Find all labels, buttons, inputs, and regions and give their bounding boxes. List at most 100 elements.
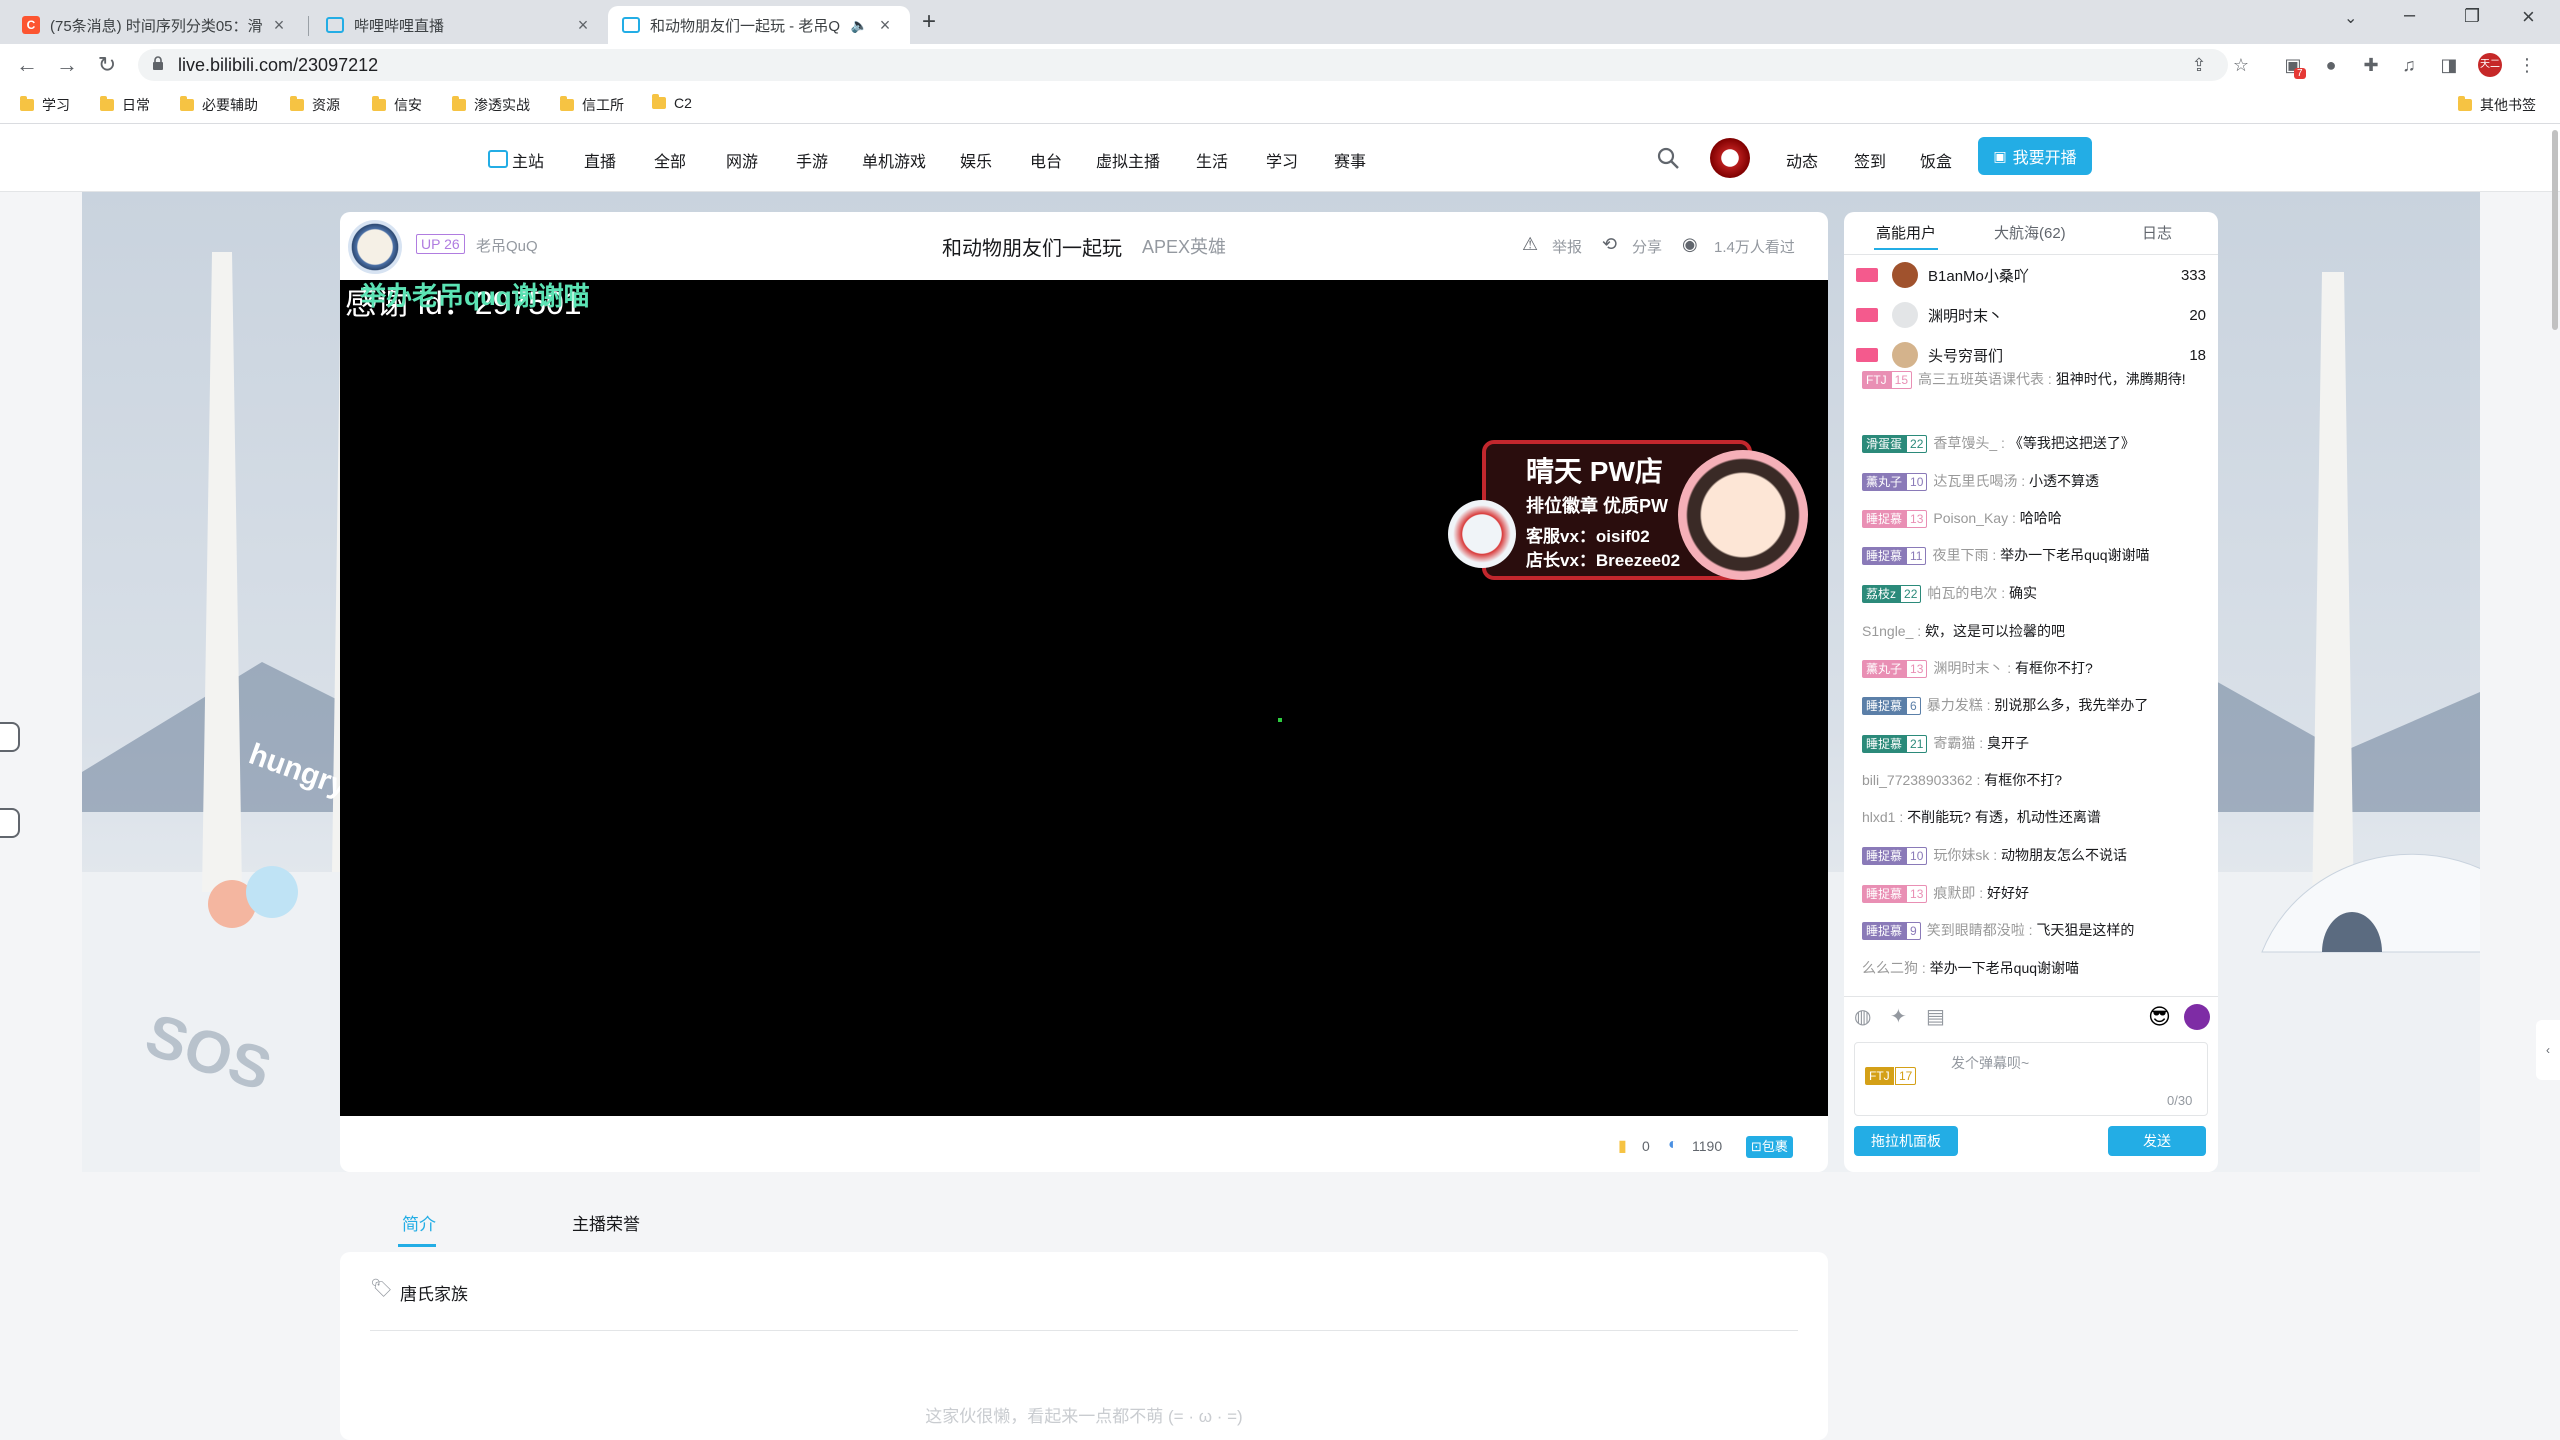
nav-lunchbox[interactable]: 饭盒	[1920, 148, 1952, 172]
nav-entertainment[interactable]: 娱乐	[960, 148, 992, 172]
side-toolbar-icon[interactable]	[0, 722, 20, 752]
silver-seed-icon: ◐	[1668, 1136, 1678, 1153]
image-icon[interactable]: ▤	[1926, 1004, 1945, 1029]
browser-tab[interactable]: C (75条消息) 时间序列分类05：滑 ×	[8, 6, 304, 44]
tab-high-energy[interactable]: 高能用户	[1876, 222, 1936, 243]
ad-subtitle: 排位徽章 优质PW	[1526, 496, 1668, 516]
restore-button[interactable]: ❐	[2464, 6, 2480, 27]
search-icon[interactable]	[1656, 146, 1680, 170]
danmaku-placeholder: 发个弹幕呗~	[1951, 1055, 2030, 1071]
browser-tab[interactable]: 哔哩哔哩直播 ×	[312, 6, 608, 44]
new-tab-button[interactable]: +	[922, 8, 936, 36]
tab-log[interactable]: 日志	[2142, 222, 2172, 243]
emoji-icon[interactable]: 😎	[2148, 1004, 2171, 1030]
url-text: live.bilibili.com/23097212	[178, 55, 379, 75]
ad-character-avatar	[1678, 450, 1808, 580]
share-icon[interactable]: ⟲	[1602, 234, 1617, 255]
rank-row[interactable]: 头号穷哥们 18	[1856, 340, 2206, 370]
bookmark-star-icon[interactable]: ☆	[2230, 54, 2252, 76]
close-tab-icon[interactable]: ×	[268, 15, 290, 36]
nav-life[interactable]: 生活	[1196, 148, 1228, 172]
tab-title: 哔哩哔哩直播	[354, 17, 445, 35]
start-live-button[interactable]: ▣ 我要开播	[1978, 137, 2092, 175]
record-extension-icon[interactable]: ●	[2320, 54, 2342, 76]
nav-mobile-games[interactable]: 手游	[796, 148, 828, 172]
pack-button[interactable]: ⊡包裹	[1746, 1136, 1793, 1158]
share-link[interactable]: 分享	[1632, 236, 1662, 257]
chat-message: 睡捉慕 13 痕默即 : 好好好	[1862, 882, 2202, 904]
chat-message: bili_77238903362 : 有框你不打?	[1862, 772, 2063, 788]
rank-row[interactable]: B1anMo小桑吖 333	[1856, 260, 2206, 290]
shop-ad-overlay: 晴天 PW店 排位徽章 优质PW 客服vx：oisif02 店长vx：Breez…	[1448, 440, 1812, 580]
close-tab-icon[interactable]: ×	[874, 15, 896, 36]
profile-avatar[interactable]: 天二	[2478, 53, 2502, 77]
gift-icon[interactable]: ✦	[1890, 1004, 1907, 1029]
video-player[interactable]	[340, 280, 1828, 1116]
close-window-button[interactable]: ×	[2522, 4, 2535, 30]
danmaku-input[interactable]: FTJ 17 发个弹幕呗~ 0/30	[1854, 1042, 2208, 1116]
palette-icon[interactable]: ◍	[1854, 1004, 1871, 1029]
address-bar[interactable]: live.bilibili.com/23097212	[138, 49, 2228, 81]
page-scrollbar[interactable]	[2552, 130, 2558, 330]
share-page-icon[interactable]: ⇪	[2188, 54, 2210, 76]
nav-single-games[interactable]: 单机游戏	[862, 148, 926, 172]
rank-row[interactable]: 渊明时末丶 20	[1856, 300, 2206, 330]
room-category[interactable]: APEX英雄	[1142, 233, 1226, 259]
forward-icon[interactable]: →	[52, 50, 82, 80]
nav-events[interactable]: 赛事	[1334, 148, 1366, 172]
lock-icon	[153, 56, 163, 70]
minimize-button[interactable]: –	[2404, 4, 2415, 27]
rank-badge-icon	[1856, 308, 1878, 322]
side-settings-icon[interactable]	[0, 808, 20, 838]
nav-vtuber[interactable]: 虚拟主播	[1096, 148, 1160, 172]
bookmark-folder[interactable]: 日常	[100, 95, 150, 115]
bookmark-folder[interactable]: 必要辅助	[180, 95, 258, 115]
back-icon[interactable]: ←	[12, 50, 42, 80]
bilibili-tv-icon	[488, 150, 508, 168]
bookmark-folder[interactable]: 资源	[290, 95, 340, 115]
bag-icon: ⊡	[1751, 1139, 1762, 1154]
folder-icon	[2458, 96, 2472, 111]
report-link[interactable]: 举报	[1552, 236, 1582, 257]
tab-honors[interactable]: 主播荣誉	[572, 1210, 640, 1235]
send-button[interactable]: 发送	[2108, 1126, 2206, 1156]
reload-icon[interactable]: ↻	[92, 50, 122, 80]
close-tab-icon[interactable]: ×	[572, 15, 594, 36]
bookmark-folder[interactable]: 学习	[20, 95, 70, 115]
other-bookmarks[interactable]: 其他书签	[2458, 95, 2536, 115]
right-collapse-handle[interactable]: ‹	[2536, 1020, 2560, 1080]
nav-checkin[interactable]: 签到	[1854, 148, 1886, 172]
more-menu-icon[interactable]: ⋮	[2516, 54, 2538, 76]
nav-study[interactable]: 学习	[1266, 148, 1298, 172]
room-tag[interactable]: 唐氏家族	[400, 1280, 468, 1305]
nav-live[interactable]: 直播	[584, 148, 616, 172]
puzzle-extensions-icon[interactable]: ✚	[2360, 54, 2382, 76]
folder-icon	[100, 96, 114, 111]
tab-search-icon[interactable]: ⌄	[2344, 8, 2357, 28]
tractor-panel-button[interactable]: 拖拉机面板	[1854, 1126, 1958, 1156]
nav-dynamic[interactable]: 动态	[1786, 148, 1818, 172]
report-icon[interactable]: ⚠	[1522, 234, 1538, 255]
side-panel-icon[interactable]: ◨	[2438, 54, 2460, 76]
bookmark-folder[interactable]: C2	[652, 94, 692, 111]
media-control-icon[interactable]: ♫	[2398, 54, 2420, 76]
audio-playing-icon[interactable]: 🔈	[851, 17, 868, 34]
nav-home[interactable]: 主站	[512, 148, 544, 172]
tab-intro[interactable]: 简介	[402, 1210, 436, 1235]
folder-icon	[560, 96, 574, 111]
bilibili-favicon-icon	[326, 17, 344, 33]
nav-radio[interactable]: 电台	[1030, 148, 1062, 172]
nav-all[interactable]: 全部	[654, 148, 686, 172]
streamer-avatar[interactable]	[348, 220, 402, 274]
chat-bubble-icon[interactable]	[2184, 1004, 2210, 1030]
rank-badge-icon	[1856, 268, 1878, 282]
bookmark-folder[interactable]: 渗透实战	[452, 95, 530, 115]
nav-online-games[interactable]: 网游	[726, 148, 758, 172]
bookmark-folder[interactable]: 信安	[372, 95, 422, 115]
browser-tab-active[interactable]: 和动物朋友们一起玩 - 老吊Q 🔈 ×	[608, 6, 910, 44]
tab-guards[interactable]: 大航海(62)	[1994, 222, 2066, 243]
bookmark-folder[interactable]: 信工所	[560, 95, 624, 115]
streamer-name[interactable]: 老吊QuQ	[476, 235, 538, 256]
user-avatar[interactable]	[1710, 138, 1750, 178]
tab-title: 和动物朋友们一起玩 - 老吊Q	[650, 17, 840, 35]
